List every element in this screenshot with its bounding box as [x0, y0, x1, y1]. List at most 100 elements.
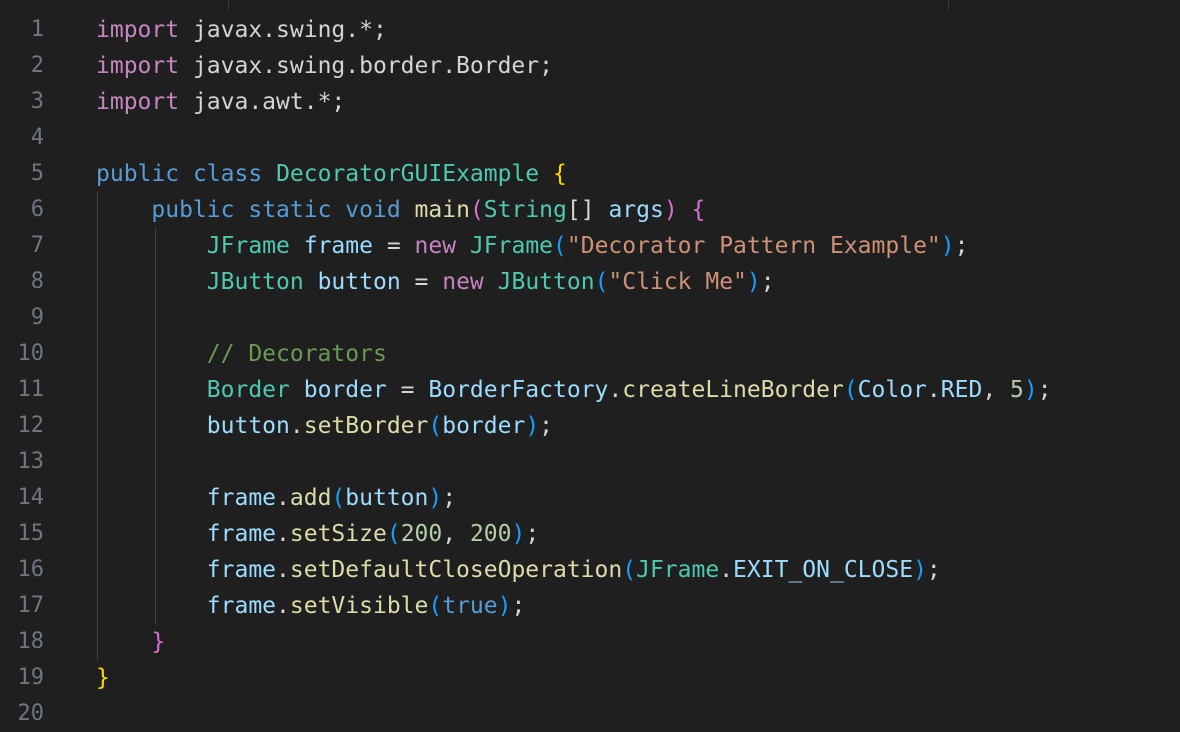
code-token: . [276, 593, 290, 619]
code-line[interactable]: import javax.swing.*; [96, 12, 1180, 48]
line-number: 14 [17, 485, 45, 510]
code-line[interactable] [96, 120, 1180, 156]
code-token: ) [1023, 377, 1038, 403]
line-number: 20 [17, 701, 45, 726]
line-number: 7 [30, 233, 44, 258]
code-token: setVisible [289, 593, 429, 619]
code-token: ; [760, 269, 775, 295]
code-token: JButton [497, 269, 595, 295]
code-token: ; [525, 521, 540, 547]
code-token: new [442, 269, 484, 295]
code-token: ) [428, 485, 443, 511]
code-token: . [276, 485, 290, 511]
code-line[interactable]: } [96, 660, 1180, 696]
code-token: import [96, 89, 180, 115]
line-number: 16 [17, 557, 45, 582]
code-line[interactable]: public class DecoratorGUIExample { [96, 156, 1180, 192]
code-token: { [691, 197, 706, 223]
code-token: 200 [469, 521, 512, 547]
line-number: 15 [17, 521, 45, 546]
line-number: 10 [17, 341, 45, 366]
line-number: 6 [30, 197, 44, 222]
code-line[interactable]: import javax.swing.border.Border; [96, 48, 1180, 84]
code-token: static [248, 197, 332, 223]
code-line[interactable]: // Decorators [96, 336, 1180, 372]
code-token: import [96, 53, 180, 79]
code-token: ) [525, 413, 540, 439]
code-line[interactable]: public static void main(String[] args) { [96, 192, 1180, 228]
code-token: JFrame [636, 557, 720, 583]
code-token: setSize [289, 521, 387, 547]
code-token: . [608, 377, 623, 403]
code-line[interactable]: frame.add(button); [96, 480, 1180, 516]
code-token: ( [622, 557, 637, 583]
code-token: RED [940, 377, 983, 403]
line-number: 8 [30, 269, 44, 294]
code-token: ; [511, 593, 526, 619]
code-token: ; [539, 413, 554, 439]
code-token: EXIT_ON_CLOSE [733, 557, 914, 583]
code-editor[interactable]: 1 2 3 4 5 6 7 8 9 10 11 12 13 14 15 16 17 18 19 20 import j… [0, 0, 1180, 726]
code-line[interactable]: import java.awt.*; [96, 84, 1180, 120]
code-line[interactable]: frame.setVisible(true); [96, 588, 1180, 624]
code-token: { [553, 161, 567, 187]
code-line[interactable]: Border border = BorderFactory.createLine… [96, 372, 1180, 408]
code-token: ( [594, 269, 609, 295]
code-token: ( [469, 197, 484, 223]
line-number: 1 [30, 17, 44, 42]
line-number: 19 [17, 665, 45, 690]
code-token: ( [331, 485, 346, 511]
code-token: JButton [206, 269, 304, 295]
code-token: ( [428, 593, 443, 619]
code-token: , [442, 521, 470, 547]
code-token: } [96, 665, 110, 691]
code-line[interactable]: frame.setSize(200, 200); [96, 516, 1180, 552]
code-token: 200 [400, 521, 443, 547]
code-token: args [608, 197, 664, 223]
code-token: JFrame [469, 233, 554, 259]
code-token: new [414, 233, 457, 259]
code-line[interactable] [96, 696, 1180, 732]
code-token: ; [442, 485, 457, 511]
code-token: [] [566, 197, 609, 223]
code-token: frame [206, 593, 277, 619]
code-line[interactable]: JButton button = new JButton("Click Me")… [96, 264, 1180, 300]
code-token: . [276, 521, 290, 547]
code-area[interactable]: import javax.swing.*; import javax.swing.… [96, 12, 1180, 732]
code-line[interactable] [96, 444, 1180, 480]
code-token: frame [206, 521, 277, 547]
code-token: frame [303, 233, 373, 259]
code-line[interactable]: JFrame frame = new JFrame("Decorator Pat… [96, 228, 1180, 264]
line-number: 11 [17, 377, 45, 402]
code-line[interactable] [96, 300, 1180, 336]
code-line[interactable]: frame.setDefaultCloseOperation(JFrame.EX… [96, 552, 1180, 588]
code-token: Border [206, 377, 290, 403]
code-token: = [372, 233, 415, 259]
line-number: 4 [30, 125, 44, 150]
code-token: main [414, 197, 470, 223]
code-token: public [151, 197, 235, 223]
code-line[interactable]: button.setBorder(border); [96, 408, 1180, 444]
code-token: button [345, 485, 429, 511]
code-token: true [442, 593, 498, 619]
code-token: . [276, 557, 290, 583]
code-line[interactable]: } [96, 624, 1180, 660]
code-token: javax.swing.border.Border; [179, 53, 553, 79]
code-token: = [386, 377, 429, 403]
code-token: public [96, 161, 180, 187]
code-token: ) [663, 197, 678, 223]
code-token: . [926, 377, 941, 403]
